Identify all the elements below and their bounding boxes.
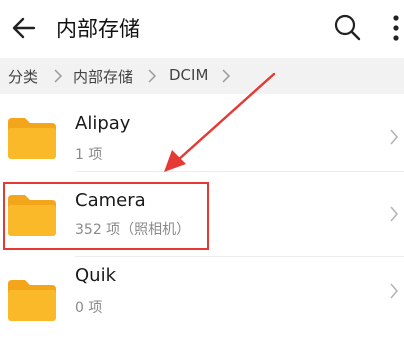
chevron-right-icon bbox=[222, 69, 231, 83]
breadcrumb: 分类 内部存储 DCIM bbox=[0, 58, 404, 94]
folder-icon bbox=[8, 280, 56, 321]
folder-item-count: 0 项 bbox=[75, 300, 103, 316]
folder-icon bbox=[8, 118, 56, 159]
breadcrumb-item-dcim[interactable]: DCIM bbox=[169, 66, 208, 84]
chevron-right-icon bbox=[148, 69, 157, 83]
folder-row-quik[interactable]: Quik 0 项 bbox=[0, 257, 404, 345]
breadcrumb-item-internal-storage[interactable]: 内部存储 bbox=[73, 66, 133, 87]
search-button[interactable] bbox=[328, 8, 368, 48]
folder-row-camera[interactable]: Camera 352 项（照相机） bbox=[0, 172, 404, 260]
folder-row-alipay[interactable]: Alipay 1 项 bbox=[0, 95, 404, 183]
more-button[interactable] bbox=[384, 8, 404, 48]
folder-item-count: 1 项 bbox=[75, 147, 103, 163]
back-button[interactable] bbox=[4, 8, 44, 48]
chevron-right-icon bbox=[390, 129, 399, 145]
search-icon bbox=[334, 14, 361, 41]
folder-item-count: 352 项（照相机） bbox=[75, 222, 191, 238]
chevron-right-icon bbox=[54, 69, 63, 83]
chevron-right-icon bbox=[390, 283, 399, 299]
app-bar: 内部存储 bbox=[0, 0, 404, 56]
more-vert-icon bbox=[393, 15, 399, 41]
folder-name: Alipay bbox=[75, 113, 131, 134]
page-title: 内部存储 bbox=[56, 17, 140, 41]
back-arrow-icon bbox=[12, 17, 36, 39]
folder-name: Camera bbox=[75, 190, 146, 211]
chevron-right-icon bbox=[390, 206, 399, 222]
folder-name: Quik bbox=[75, 265, 117, 286]
breadcrumb-item-category[interactable]: 分类 bbox=[8, 66, 38, 87]
folder-icon bbox=[8, 195, 56, 236]
